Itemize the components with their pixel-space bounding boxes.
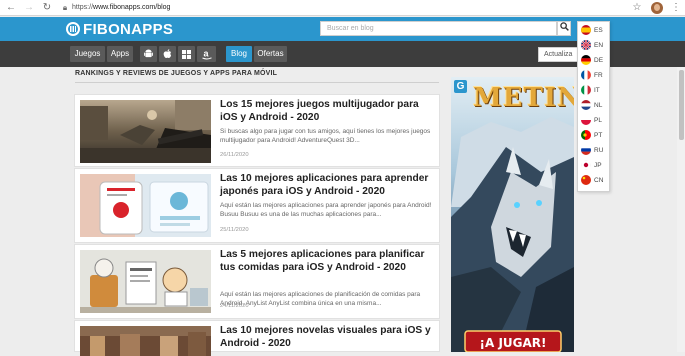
article-description: Aquí están las mejores aplicaciones de p… [220, 291, 421, 307]
language-code: RU [594, 146, 604, 154]
nav-juegos[interactable]: Juegos [70, 46, 105, 62]
language-option-ru[interactable]: RU [581, 143, 603, 157]
france-flag-icon [581, 70, 591, 80]
article-card[interactable]: Las 10 mejores aplicaciones para aprende… [74, 168, 440, 243]
search-input[interactable]: Buscar en blog [320, 21, 557, 36]
article-card[interactable]: Las 10 mejores novelas visuales para iOS… [74, 320, 440, 356]
back-icon[interactable]: ← [4, 1, 18, 15]
article-card[interactable]: Los 15 mejores juegos multijugador para … [74, 94, 440, 167]
language-code: EN [594, 41, 604, 49]
logo-icon [66, 22, 80, 36]
japan-flag-icon [581, 160, 591, 170]
apple-icon[interactable] [159, 46, 176, 62]
uk-flag-icon [581, 40, 591, 50]
search-button[interactable] [557, 21, 571, 36]
browser-toolbar: ← → ↻ 🔒︎ https://www.fibonapps.com/blog [0, 0, 685, 16]
language-code: CN [594, 176, 604, 184]
update-button[interactable]: Actualiza [538, 47, 580, 62]
article-description: Si buscas algo para jugar con tus amigos… [220, 128, 431, 144]
language-option-nl[interactable]: NL [581, 98, 602, 112]
language-option-it[interactable]: IT [581, 83, 600, 97]
article-title[interactable]: Las 5 mejores aplicaciones para planific… [220, 248, 438, 274]
article-description: Aquí están las mejores aplicaciones para… [220, 202, 432, 218]
germany-flag-icon [581, 55, 591, 65]
china-flag-icon [581, 175, 591, 185]
spain-flag-icon [581, 25, 591, 35]
bookmark-star-icon[interactable]: ☆ [631, 1, 643, 15]
article-thumbnail [80, 250, 211, 313]
article-title[interactable]: Las 10 mejores aplicaciones para aprende… [220, 172, 438, 198]
amazon-icon[interactable]: a [197, 46, 216, 62]
portugal-flag-icon [581, 130, 591, 140]
search-icon [559, 22, 569, 31]
language-code: DE [594, 56, 604, 64]
language-code: NL [594, 101, 603, 109]
netherlands-flag-icon [581, 100, 591, 110]
section-title: RANKINGS Y REVIEWS DE JUEGOS Y APPS PARA… [75, 69, 439, 83]
language-code: IT [594, 86, 600, 94]
reload-icon[interactable]: ↻ [40, 1, 54, 15]
language-code: FR [594, 71, 603, 79]
article-thumbnail [80, 100, 211, 163]
italy-flag-icon [581, 85, 591, 95]
language-dropdown[interactable]: ES EN DE FR IT NL PL PT RU JP CN [577, 21, 610, 192]
logo-text: FIBONAPPS [83, 20, 174, 38]
language-option-cn[interactable]: CN [581, 173, 603, 187]
address-bar[interactable]: https://www.fibonapps.com/blog [72, 4, 170, 11]
svg-text:a: a [203, 49, 209, 59]
language-option-pt[interactable]: PT [581, 128, 602, 142]
more-menu-icon[interactable]: ⋮ [671, 1, 681, 15]
windows-icon[interactable] [178, 46, 195, 62]
url-host: www.fibonapps.com/blog [93, 4, 171, 11]
ad-cta-button[interactable]: ¡A JUGAR! [465, 334, 561, 352]
article-card[interactable]: Las 5 mejores aplicaciones para planific… [74, 244, 440, 319]
language-option-jp[interactable]: JP [581, 158, 602, 172]
nav-ofertas[interactable]: Ofertas [254, 46, 287, 62]
language-option-pl[interactable]: PL [581, 113, 602, 127]
russia-flag-icon [581, 145, 591, 155]
language-option-de[interactable]: DE [581, 53, 603, 67]
site-logo[interactable]: FIBONAPPS [66, 20, 173, 38]
language-code: ES [594, 26, 603, 34]
article-thumbnail [80, 174, 211, 237]
avatar[interactable] [651, 2, 663, 14]
poland-flag-icon [581, 115, 591, 125]
article-title[interactable]: Los 15 mejores juegos multijugador para … [220, 98, 438, 124]
language-code: PL [594, 116, 602, 124]
language-code: PT [594, 131, 603, 139]
language-option-fr[interactable]: FR [581, 68, 603, 82]
lock-icon: 🔒︎ [62, 2, 68, 12]
nav-apps[interactable]: Apps [107, 46, 133, 62]
language-code: JP [594, 161, 602, 169]
ad-title: METIN2 [473, 83, 574, 113]
language-option-en[interactable]: EN [581, 38, 603, 52]
language-option-es[interactable]: ES [581, 23, 603, 37]
forward-icon[interactable]: → [22, 1, 36, 15]
scrollbar-thumb[interactable] [679, 70, 684, 140]
url-prefix: https:// [72, 4, 94, 11]
article-date: 26/11/2020 [220, 152, 249, 158]
android-icon[interactable] [140, 46, 157, 62]
article-date: 24/11/2020 [220, 303, 249, 309]
nav-blog[interactable]: Blog [226, 46, 252, 62]
article-date: 25/11/2020 [220, 227, 249, 233]
ad-badge: G [456, 81, 465, 92]
article-title[interactable]: Las 10 mejores novelas visuales para iOS… [220, 324, 438, 350]
advertisement-banner[interactable]: G METIN2 ¡A JUGAR! [451, 77, 574, 352]
